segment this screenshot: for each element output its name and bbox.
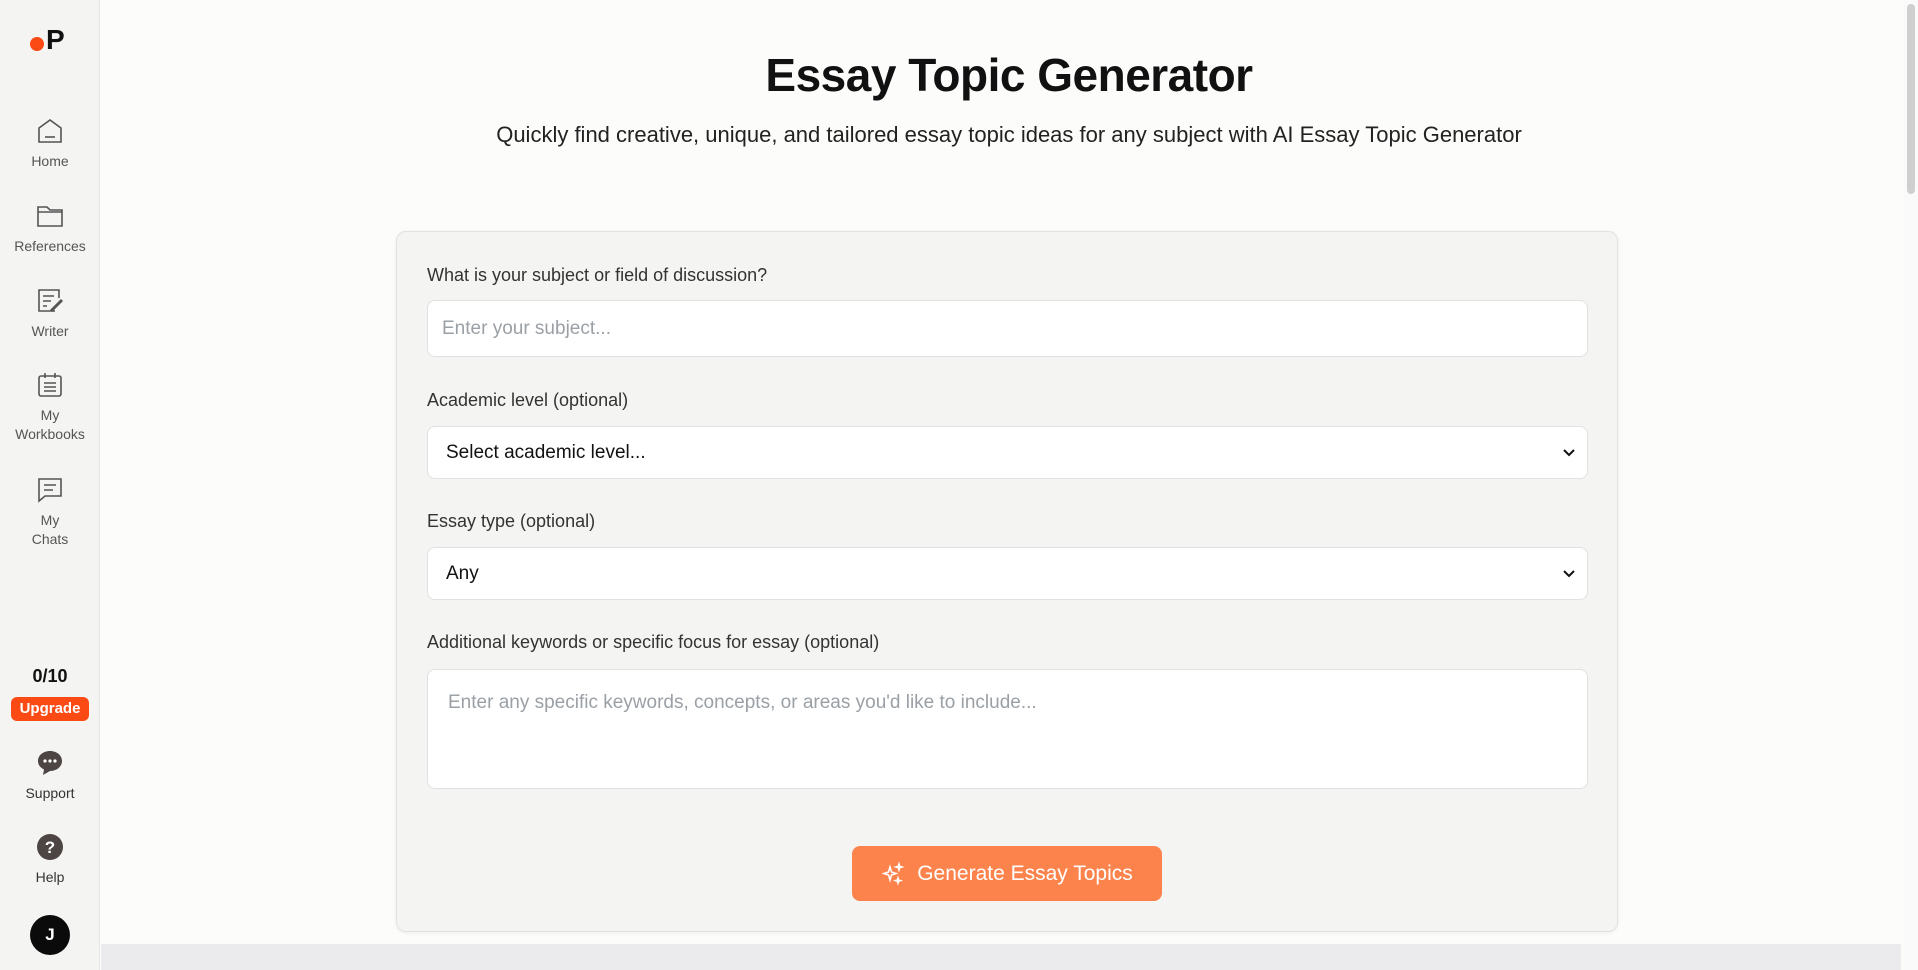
logo-dot [30, 37, 44, 51]
support-button[interactable]: Support [0, 748, 100, 803]
subject-input[interactable]: Enter your subject... [427, 300, 1588, 357]
scrollbar[interactable] [1904, 0, 1918, 970]
academic-level-select[interactable]: Select academic level... [427, 426, 1588, 479]
chevron-down-icon [1563, 448, 1575, 456]
chat-icon [38, 478, 62, 503]
avatar[interactable]: J [30, 915, 70, 955]
academic-level-label: Academic level (optional) [427, 390, 629, 410]
generate-button-label: Generate Essay Topics [917, 861, 1133, 885]
usage-count: 0/10 [32, 666, 68, 686]
scrollbar-thumb[interactable] [1907, 4, 1915, 194]
page-subtitle: Quickly find creative, unique, and tailo… [496, 122, 1522, 147]
chevron-down-icon [1563, 569, 1575, 577]
logo-letter: P [46, 24, 65, 55]
sidebar-item-references[interactable]: References [0, 201, 100, 256]
generate-button[interactable]: Generate Essay Topics [852, 846, 1162, 901]
logo[interactable]: P [30, 24, 65, 56]
academic-level-value: Select academic level... [446, 441, 646, 463]
support-label: Support [25, 785, 75, 801]
support-chat-icon [38, 751, 62, 775]
sidebar-item-my-workbooks[interactable]: My Workbooks [0, 370, 100, 444]
home-icon [38, 119, 62, 143]
sidebar-item-label: My Chats [31, 512, 69, 547]
generator-form: What is your subject or field of discuss… [396, 231, 1618, 932]
sidebar-item-my-chats[interactable]: My Chats [0, 475, 100, 549]
sparkles-icon [881, 861, 905, 886]
writer-icon [38, 289, 64, 313]
essay-type-label: Essay type (optional) [427, 511, 596, 531]
svg-text:?: ? [45, 838, 55, 857]
help-button[interactable]: ? Help [0, 832, 100, 887]
upgrade-button[interactable]: Upgrade [11, 697, 89, 721]
essay-type-value: Any [446, 562, 479, 584]
sidebar-item-label: My Workbooks [15, 407, 85, 442]
sidebar-item-label: References [14, 238, 86, 254]
essay-type-select[interactable]: Any [427, 547, 1588, 600]
sidebar-item-writer[interactable]: Writer [0, 286, 100, 341]
sidebar-item-home[interactable]: Home [0, 116, 100, 171]
keywords-label: Additional keywords or specific focus fo… [427, 632, 880, 652]
sidebar-item-label: Home [31, 153, 69, 169]
sidebar: P Home References Writer My Workbooks My… [0, 0, 100, 970]
subject-label: What is your subject or field of discuss… [427, 265, 768, 285]
help-label: Help [35, 869, 65, 885]
keywords-textarea[interactable]: Enter any specific keywords, concepts, o… [427, 669, 1588, 789]
bottom-bar [101, 944, 1901, 970]
sidebar-item-label: Writer [31, 323, 69, 339]
calendar-icon [38, 373, 62, 397]
folder-icon [37, 206, 63, 227]
help-icon: ? [37, 834, 63, 860]
page-title: Essay Topic Generator [765, 49, 1253, 101]
